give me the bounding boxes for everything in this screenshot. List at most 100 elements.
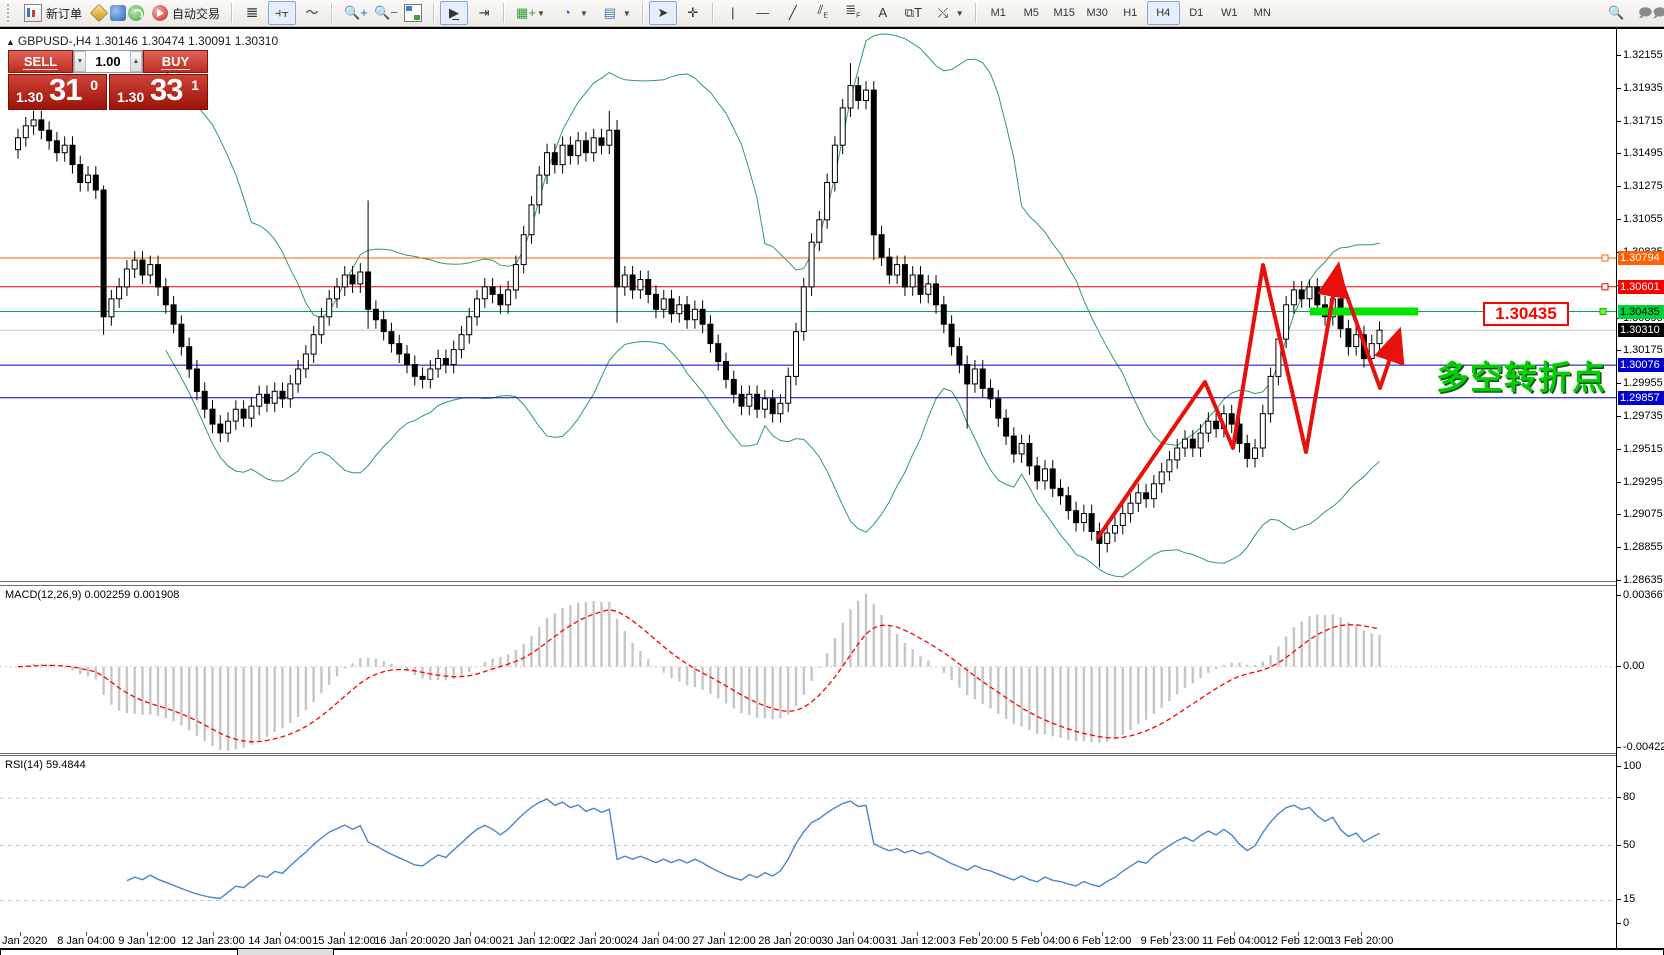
candle-body xyxy=(1291,290,1296,305)
sell-price-sup: 0 xyxy=(90,77,98,93)
buy-button[interactable]: BUY xyxy=(143,50,208,73)
candle-body xyxy=(871,90,876,235)
timeframe-button-M30[interactable]: M30 xyxy=(1081,1,1114,25)
price-pane[interactable]: ▲GBPUSD-,H4 1.30146 1.30474 1.30091 1.30… xyxy=(0,31,1616,582)
timeframe-button-H4[interactable]: H4 xyxy=(1147,1,1180,25)
price-tick-label: 1.31055 xyxy=(1623,213,1663,225)
new-order-button[interactable]: 新订单 xyxy=(18,1,88,25)
timeframe-button-D1[interactable]: D1 xyxy=(1180,1,1213,25)
scrollbar-segment[interactable] xyxy=(0,949,238,955)
candle-body xyxy=(249,406,254,418)
timeframe-button-H1[interactable]: H1 xyxy=(1114,1,1147,25)
cursor-tool-button[interactable]: ➤ xyxy=(649,1,677,25)
candle-body xyxy=(972,369,977,384)
sell-price-box[interactable]: 1.30 31 0 xyxy=(8,74,107,110)
zoom-out-button[interactable]: 🔍− xyxy=(368,1,396,25)
candlestick-chart-icon: ⫞⫟ xyxy=(274,5,290,21)
timeframe-button-M5[interactable]: M5 xyxy=(1015,1,1048,25)
level-line-handle[interactable] xyxy=(1602,284,1608,290)
text-label-tool-button[interactable]: ⧉T xyxy=(899,1,927,25)
candle-body xyxy=(747,394,752,406)
candle-body xyxy=(521,235,526,265)
support-highlight-bar[interactable] xyxy=(1310,308,1418,316)
candle-body xyxy=(436,359,441,369)
chat-button[interactable]: 🗩🗩 xyxy=(1632,1,1660,25)
candle-body xyxy=(140,260,145,275)
trend-zigzag-arrow[interactable] xyxy=(1097,265,1337,539)
candle-body xyxy=(716,344,721,362)
auto-trading-button[interactable]: 自动交易 xyxy=(146,1,226,25)
candle-body xyxy=(630,275,635,290)
arrows-tool-button[interactable]: ⤯▼ xyxy=(929,1,970,25)
candle-body xyxy=(1354,335,1359,347)
volume-increase-button[interactable]: ▲ xyxy=(130,51,142,72)
new-chart-button[interactable]: ▦+▼ xyxy=(510,1,551,25)
macd-pane[interactable]: MACD(12,26,9) 0.002259 0.001908 xyxy=(0,585,1616,754)
date-label: 16 Jan 20:00 xyxy=(374,935,438,947)
signals-icon[interactable] xyxy=(128,5,144,21)
candle-body xyxy=(1081,514,1086,523)
candle-body xyxy=(529,205,534,235)
date-label: 30 Jan 04:00 xyxy=(821,935,885,947)
fibonacci-tool-button[interactable]: ≣F xyxy=(839,1,867,25)
candle-body xyxy=(23,126,28,138)
date-label: 31 Jan 12:00 xyxy=(885,935,949,947)
crosshair-tool-button[interactable]: ✛ xyxy=(679,1,707,25)
auto-trading-icon xyxy=(152,5,168,21)
search-button[interactable]: 🔍 xyxy=(1602,1,1630,25)
candle-body xyxy=(54,141,59,153)
volume-decrease-button[interactable]: ▼ xyxy=(74,51,86,72)
sell-button[interactable]: SELL xyxy=(8,50,73,73)
price-chart-canvas[interactable] xyxy=(0,31,1616,581)
date-label: 8 Jan 04:00 xyxy=(57,935,115,947)
marketplace-icon[interactable] xyxy=(90,4,108,22)
price-tick-mark xyxy=(1617,482,1621,483)
candle-body xyxy=(654,294,659,309)
timeframe-button-W1[interactable]: W1 xyxy=(1213,1,1246,25)
candle-body xyxy=(156,265,161,287)
chart-shift-button[interactable]: ⇥ xyxy=(470,1,498,25)
timeframe-button-MN[interactable]: MN xyxy=(1246,1,1279,25)
candle-body xyxy=(350,275,355,284)
horizontal-line-tool-button[interactable]: — xyxy=(749,1,777,25)
channel-tool-button[interactable]: ⫽E xyxy=(809,1,837,25)
candle-body xyxy=(1151,484,1156,499)
candle-body xyxy=(405,354,410,364)
zoom-in-button[interactable]: 🔍+ xyxy=(338,1,366,25)
rsi-canvas[interactable] xyxy=(0,756,1616,932)
buy-price-box[interactable]: 1.30 33 1 xyxy=(109,74,208,110)
date-label: 5 Feb 04:00 xyxy=(1012,935,1071,947)
candlestick-chart-button[interactable]: ⫞⫟ xyxy=(268,1,296,25)
scrollbar-thumb[interactable] xyxy=(333,949,1664,955)
candle-body xyxy=(117,287,122,299)
macd-canvas[interactable] xyxy=(0,586,1616,753)
price-tick-label: 1.29295 xyxy=(1623,476,1663,488)
buy-price-sup: 1 xyxy=(191,77,199,93)
auto-scroll-button[interactable]: ▶̲ xyxy=(440,1,468,25)
candle-body xyxy=(910,275,915,287)
line-chart-button[interactable]: 〜 xyxy=(298,1,326,25)
profiles-button[interactable]: ◔▼ xyxy=(553,1,594,25)
templates-button[interactable]: ▤▼ xyxy=(596,1,637,25)
trendline-tool-button[interactable]: ╱ xyxy=(779,1,807,25)
volume-input[interactable] xyxy=(86,51,130,72)
callout-connector-handle[interactable] xyxy=(1600,309,1606,315)
candle-body xyxy=(965,365,970,384)
price-axis[interactable]: 1.321551.319351.317151.314951.312751.310… xyxy=(1616,29,1664,950)
rsi-pane[interactable]: RSI(14) 59.4844 xyxy=(0,755,1616,932)
bottom-scrollbar[interactable] xyxy=(0,948,1664,955)
text-tool-button[interactable]: A xyxy=(869,1,897,25)
candle-body xyxy=(1167,460,1172,472)
date-label: 12 Jan 23:00 xyxy=(181,935,245,947)
level-line-handle[interactable] xyxy=(1602,255,1608,261)
vertical-line-tool-button[interactable]: | xyxy=(719,1,747,25)
bar-chart-button[interactable]: 𝌆 xyxy=(238,1,266,25)
date-label: 15 Jan 12:00 xyxy=(312,935,376,947)
tile-windows-button[interactable] xyxy=(398,1,428,25)
timeframe-button-M1[interactable]: M1 xyxy=(982,1,1015,25)
metaeditor-icon[interactable] xyxy=(110,5,126,21)
price-callout-label[interactable]: 1.30435 xyxy=(1483,302,1569,326)
timeframe-button-M15[interactable]: M15 xyxy=(1048,1,1081,25)
toolbar-grip[interactable] xyxy=(7,4,13,22)
price-tick-label: 1.29075 xyxy=(1623,508,1663,520)
